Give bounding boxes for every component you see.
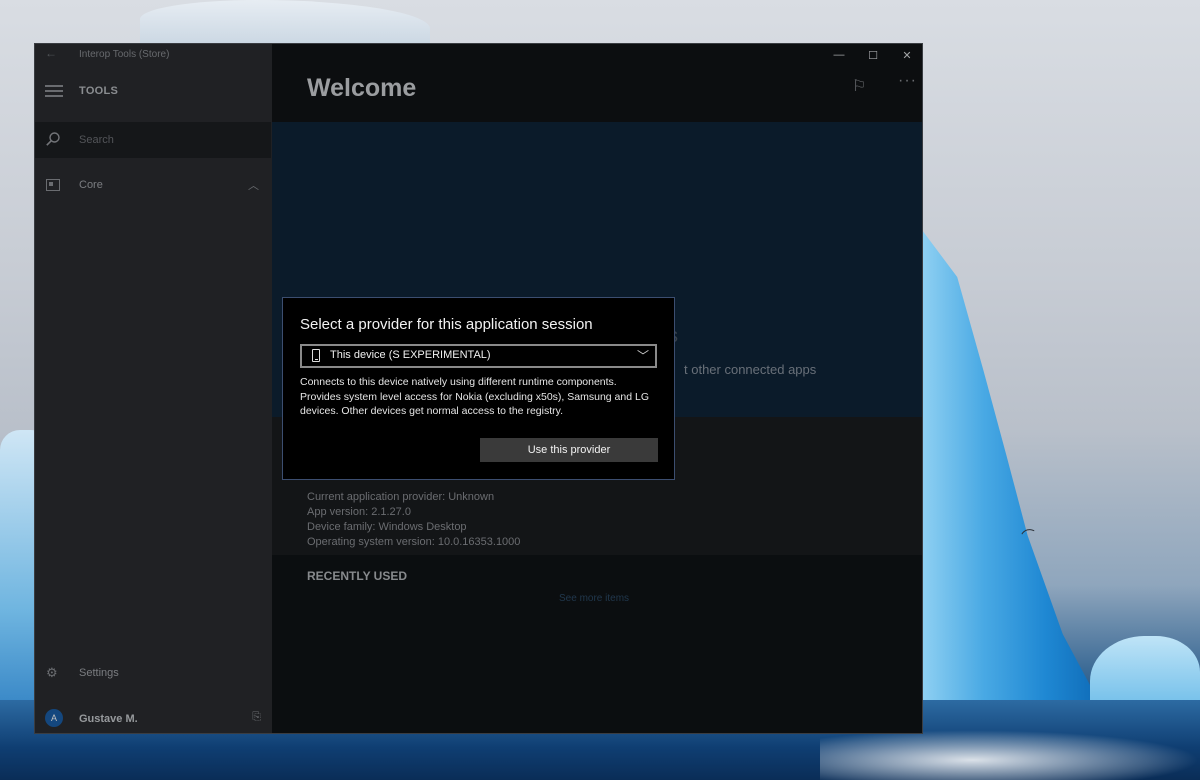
use-provider-button[interactable]: Use this provider [480, 438, 658, 462]
provider-select-value: This device (S EXPERIMENTAL) [330, 349, 491, 361]
sea-foam [820, 730, 1200, 780]
provider-dialog: Select a provider for this application s… [282, 297, 675, 480]
iceberg-top [140, 0, 430, 48]
chevron-down-icon: ﹀ [636, 349, 649, 363]
phone-icon [312, 349, 320, 362]
provider-description: Connects to this device natively using d… [300, 376, 649, 417]
iceberg-right [922, 230, 1098, 700]
provider-select[interactable]: This device (S EXPERIMENTAL) ﹀ [300, 344, 657, 368]
dialog-title: Select a provider for this application s… [300, 316, 593, 333]
